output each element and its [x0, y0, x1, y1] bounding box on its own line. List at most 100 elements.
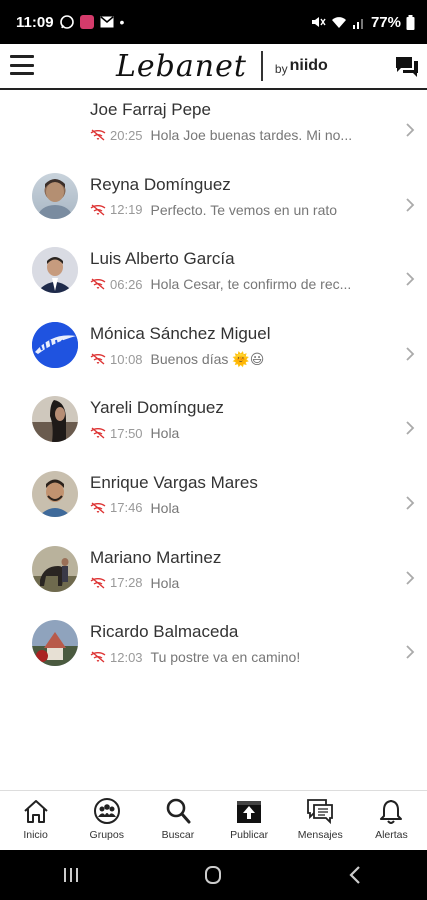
message-meta: 06:26 Hola Cesar, te confirmo de rec...: [90, 276, 351, 292]
conversation-row[interactable]: Yareli Domínguez 17:50 Hola: [0, 388, 427, 463]
wifi-off-icon: [90, 204, 106, 216]
hamburger-menu-icon[interactable]: [10, 55, 34, 75]
mute-icon: [310, 15, 326, 29]
contact-name: Enrique Vargas Mares: [90, 472, 258, 492]
contact-name: Mariano Martinez: [90, 547, 222, 567]
signal-icon: [352, 16, 366, 29]
nav-inicio[interactable]: Inicio: [0, 791, 71, 850]
wifi-off-icon: [90, 353, 106, 365]
message-preview: Tu postre va en camino!: [150, 649, 301, 666]
home-icon: [23, 800, 48, 823]
avatar: [32, 172, 78, 219]
conversation-row[interactable]: Ricardo Balmaceda 12:03 Tu postre va en …: [0, 612, 427, 687]
message-time: 17:46: [110, 500, 143, 516]
nav-label: Buscar: [161, 829, 195, 841]
chat-bubbles-icon[interactable]: [395, 56, 419, 78]
chevron-right-icon: [406, 645, 415, 659]
app-logo: Lebanet by niido: [116, 46, 328, 86]
logo-divider: [260, 51, 263, 81]
nav-label: Publicar: [230, 829, 269, 841]
message-meta: 12:03 Tu postre va en camino!: [90, 649, 300, 665]
bell-icon: [380, 800, 403, 824]
contact-name: Reyna Domínguez: [90, 174, 231, 194]
message-time: 06:26: [110, 276, 143, 292]
search-icon: [166, 798, 191, 824]
conversation-row[interactable]: Mónica Sánchez Miguel 10:08 Buenos días …: [0, 314, 427, 389]
nav-label: Mensajes: [297, 829, 343, 841]
recent-apps-icon[interactable]: [56, 863, 86, 887]
chevron-right-icon: [406, 421, 415, 436]
message-time: 17:28: [110, 575, 143, 591]
battery-icon: [406, 14, 415, 30]
nav-label: Grupos: [89, 829, 124, 841]
wifi-off-icon: [90, 577, 106, 589]
home-button-icon[interactable]: [198, 863, 228, 887]
chevron-right-icon: [406, 496, 415, 510]
more-notifications-icon: •: [119, 14, 125, 30]
message-preview: Hola Joe buenas tardes. Mi no...: [150, 127, 353, 143]
contact-name: Ricardo Balmaceda: [90, 622, 239, 642]
nav-grupos[interactable]: Grupos: [71, 791, 142, 850]
message-preview: Hola: [150, 425, 180, 442]
avatar: [32, 396, 78, 443]
message-meta: 17:28 Hola: [90, 575, 179, 591]
contact-name: Yareli Domínguez: [90, 398, 224, 418]
bottom-nav: Inicio Grupos Buscar Publicar Mensajes A…: [0, 790, 427, 850]
avatar: [32, 247, 78, 294]
wifi-icon: [331, 16, 347, 29]
nav-publicar[interactable]: Publicar: [214, 791, 285, 850]
battery-percent: 77%: [370, 13, 401, 31]
app-header: Lebanet by niido: [0, 44, 427, 90]
contact-name: Mónica Sánchez Miguel: [90, 323, 271, 343]
conversation-row[interactable]: Mariano Martinez 17:28 Hola: [0, 538, 427, 613]
message-meta: 12:19 Perfecto. Te vemos en un rato: [90, 202, 337, 218]
status-time: 11:09: [16, 13, 54, 31]
message-preview: Buenos días 🌞😃: [150, 350, 265, 367]
back-icon[interactable]: [341, 863, 371, 887]
nav-buscar[interactable]: Buscar: [142, 791, 213, 850]
chevron-right-icon: [406, 272, 415, 286]
message-time: 12:03: [110, 649, 143, 665]
chevron-right-icon: [406, 197, 415, 212]
system-nav-bar: [0, 850, 427, 900]
nav-label: Alertas: [375, 829, 408, 841]
avatar: [32, 620, 78, 667]
contact-name: Luis Alberto García: [90, 249, 235, 269]
logo-by: by: [274, 62, 288, 76]
contact-name: Joe Farraj Pepe: [90, 100, 211, 119]
wifi-off-icon: [90, 278, 106, 290]
message-time: 20:25: [110, 127, 143, 143]
message-preview: Hola Cesar, te confirmo de rec...: [150, 276, 352, 293]
chevron-right-icon: [406, 123, 415, 137]
status-bar: 11:09 • 77%: [0, 0, 427, 44]
conversation-row[interactable]: Enrique Vargas Mares 17:46 Hola: [0, 463, 427, 538]
conversation-list: Joe Farraj Pepe 20:25 Hola Joe buenas ta…: [0, 90, 427, 687]
message-preview: Perfecto. Te vemos en un rato: [150, 201, 338, 218]
conversation-row[interactable]: Joe Farraj Pepe 20:25 Hola Joe buenas ta…: [0, 90, 427, 165]
nav-alertas[interactable]: Alertas: [356, 791, 427, 850]
message-preview: Hola: [150, 574, 180, 591]
groups-icon: [93, 798, 120, 824]
chevron-right-icon: [406, 347, 415, 361]
logo-text: Lebanet: [116, 48, 247, 84]
nav-mensajes[interactable]: Mensajes: [285, 791, 356, 850]
whatsapp-icon: [59, 15, 74, 29]
conversation-row[interactable]: Reyna Domínguez 12:19 Perfecto. Te vemos…: [0, 165, 427, 240]
messages-icon: [307, 799, 334, 825]
wifi-off-icon: [90, 651, 106, 663]
logo-brand: niido: [289, 57, 328, 74]
conversation-row[interactable]: Luis Alberto García 06:26 Hola Cesar, te…: [0, 239, 427, 314]
mail-icon: [100, 16, 114, 28]
message-preview: Hola: [150, 499, 180, 516]
publish-icon: [237, 801, 262, 823]
nav-label: Inicio: [23, 829, 48, 841]
avatar: [32, 470, 78, 517]
app-notification-icon: [79, 15, 94, 29]
message-meta: 17:50 Hola: [90, 425, 179, 441]
message-meta: 17:46 Hola: [90, 500, 179, 516]
wifi-off-icon: [90, 129, 106, 141]
avatar: [32, 321, 78, 368]
message-meta: 10:08 Buenos días 🌞😃: [90, 351, 264, 368]
message-time: 12:19: [110, 202, 143, 218]
avatar: [32, 545, 78, 592]
